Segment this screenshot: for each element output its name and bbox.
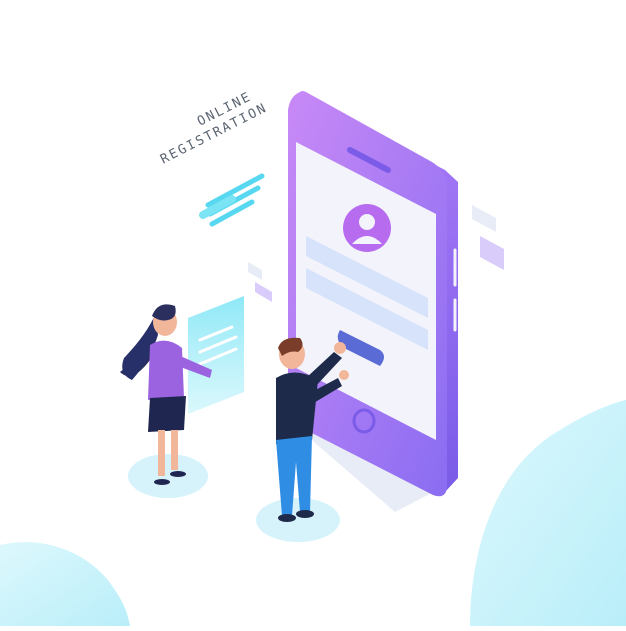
floating-card-right-2 — [480, 236, 504, 270]
avatar-head — [359, 214, 375, 230]
woman-platform — [128, 454, 208, 498]
man-platform — [256, 498, 340, 542]
floating-card-left-1 — [248, 262, 262, 280]
background-blob-right — [470, 400, 626, 626]
background-blob-left — [0, 542, 130, 626]
woman-form-card — [188, 296, 244, 414]
registration-illustration: ONLINE REGISTRATION — [0, 0, 626, 626]
illustration-canvas — [0, 91, 626, 626]
floating-card-right-1 — [472, 205, 496, 232]
floating-card-left-2 — [255, 282, 272, 302]
